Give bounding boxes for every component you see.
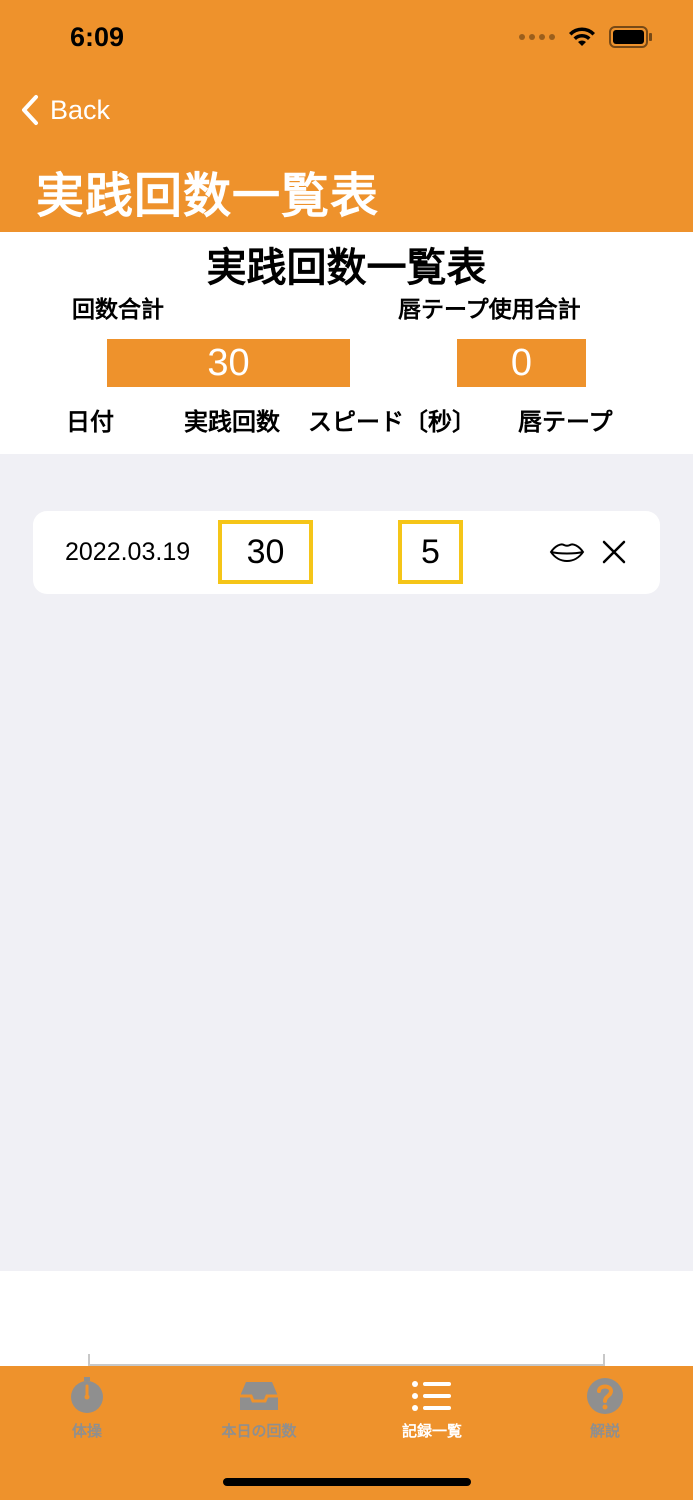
timer-icon: [71, 1377, 103, 1413]
record-speed: 5: [398, 520, 463, 584]
column-header-speed: スピード〔秒〕: [308, 408, 476, 436]
navigation-header: 6:09 Back 実践回数一覧表: [0, 0, 693, 232]
battery-icon: [609, 26, 653, 48]
tab-label: 体操: [71, 1422, 102, 1440]
column-header-lip-tape: 唇テープ: [518, 408, 613, 436]
total-count-label: 回数合計: [72, 297, 164, 323]
record-date: 2022.03.19: [65, 538, 191, 566]
total-count-value: 30: [107, 339, 350, 387]
summary-title: 実践回数一覧表: [206, 245, 487, 291]
tray-icon: [240, 1382, 278, 1410]
column-header-date: 日付: [66, 408, 114, 436]
question-icon: [587, 1378, 623, 1414]
page-title: 実践回数一覧表: [36, 168, 380, 224]
footer-area: [0, 1271, 693, 1366]
status-time: 6:09: [70, 22, 125, 52]
tab-explanation[interactable]: 解説: [540, 1376, 670, 1441]
lips-icon: [549, 540, 585, 568]
status-icons: [519, 26, 653, 48]
tab-exercise[interactable]: 体操: [22, 1376, 152, 1441]
tab-records[interactable]: 記録一覧: [367, 1376, 497, 1441]
back-label: Back: [50, 94, 111, 125]
cellular-signal-icon: [519, 34, 555, 40]
tab-label: 本日の回数: [221, 1422, 297, 1440]
column-header-count: 実践回数: [184, 408, 280, 436]
tab-label: 記録一覧: [401, 1422, 462, 1440]
record-count: 30: [218, 520, 313, 584]
total-tape-label: 唇テープ使用合計: [398, 297, 581, 323]
back-button[interactable]: Back: [20, 94, 110, 126]
wifi-icon: [567, 26, 597, 48]
summary-panel: 実践回数一覧表 回数合計 唇テープ使用合計 30 0 日付 実践回数 スピード〔…: [0, 232, 693, 454]
divider: [88, 1354, 605, 1366]
total-tape-value: 0: [457, 339, 586, 387]
list-icon: [412, 1381, 451, 1411]
close-icon[interactable]: [601, 539, 627, 569]
home-indicator[interactable]: [223, 1478, 471, 1486]
tab-label: 解説: [589, 1422, 620, 1440]
chevron-left-icon: [22, 95, 38, 125]
tab-today-count[interactable]: 本日の回数: [194, 1376, 324, 1441]
list-item[interactable]: 2022.03.19 30 5: [33, 511, 660, 594]
